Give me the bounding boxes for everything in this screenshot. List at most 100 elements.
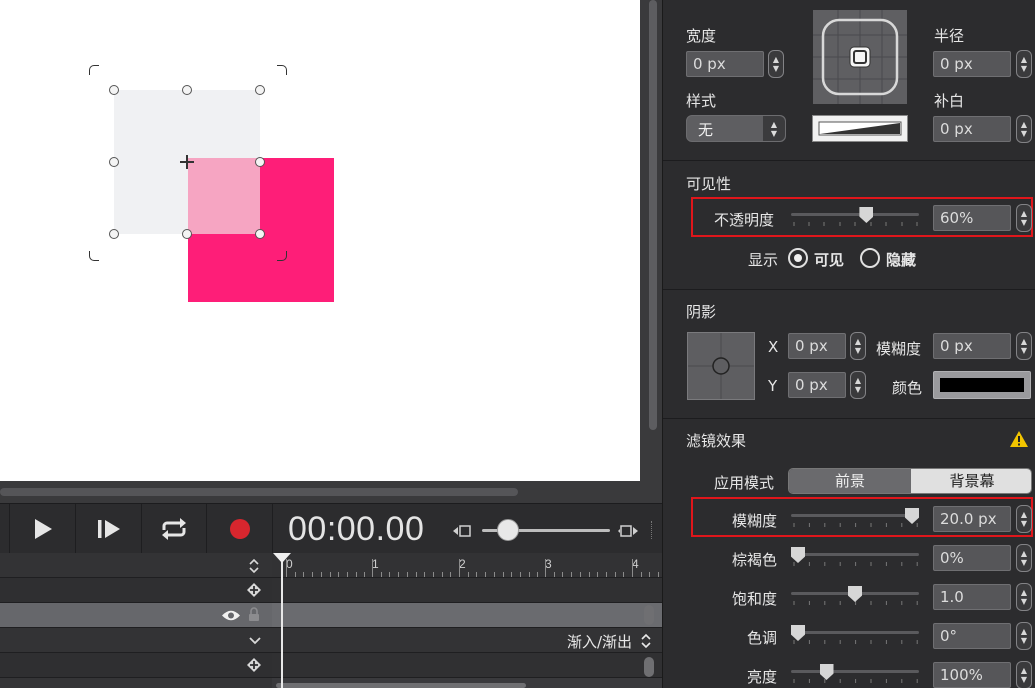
ruler-tick (632, 559, 633, 577)
saturation-slider-knob[interactable] (848, 586, 862, 602)
warning-icon[interactable] (1009, 430, 1029, 448)
chevron-down-icon[interactable] (249, 636, 261, 645)
playhead-marker-icon[interactable] (273, 553, 291, 563)
ruler-tick (380, 572, 382, 577)
track-row[interactable] (272, 578, 662, 603)
opacity-field[interactable]: 60% (933, 205, 1011, 231)
eye-icon[interactable] (221, 609, 241, 622)
ruler-tick (658, 572, 660, 577)
sepia-stepper[interactable]: ▲ ▼ (1016, 544, 1032, 572)
shadow-color-well[interactable] (933, 371, 1031, 399)
style-select-value: 无 (698, 121, 714, 139)
playhead[interactable] (281, 553, 283, 688)
timeline-group-row[interactable] (0, 628, 272, 653)
track-row-selected[interactable] (272, 603, 662, 628)
visible-label[interactable]: 可见 (814, 249, 844, 270)
shadow-offset-pad[interactable] (687, 332, 755, 400)
ruler-tick-label: 3 (545, 557, 552, 571)
timeline-scrollbar[interactable] (644, 605, 654, 625)
sepia-slider-track[interactable] (791, 553, 919, 556)
selection-corner (89, 65, 99, 75)
canvas-horizontal-scrollbar[interactable] (0, 481, 662, 503)
anchor-crosshair-icon[interactable] (180, 155, 194, 169)
blur-field[interactable]: 20.0 px (933, 506, 1011, 532)
brightness-field[interactable]: 100% (933, 662, 1011, 688)
shadow-blur-stepper[interactable]: ▲ ▼ (1016, 332, 1032, 360)
step-forward-button[interactable] (76, 504, 142, 554)
resize-handle[interactable] (109, 229, 119, 239)
hue-field[interactable]: 0° (933, 623, 1011, 649)
canvas[interactable] (0, 0, 640, 481)
saturation-field[interactable]: 1.0 (933, 584, 1011, 610)
radius-stepper[interactable]: ▲ ▼ (1016, 50, 1032, 78)
record-button[interactable] (207, 504, 273, 554)
blur-slider-track[interactable] (791, 514, 919, 517)
gradient-preview[interactable] (812, 115, 908, 142)
opacity-stepper[interactable]: ▲ ▼ (1016, 204, 1032, 232)
hue-slider-track[interactable] (791, 631, 919, 634)
padding-stepper[interactable]: ▲ ▼ (1016, 115, 1032, 143)
timeline-tracks[interactable]: 0 1 2 3 4 渐入/渐出 (272, 553, 662, 688)
radius-field[interactable]: 0 px (933, 51, 1011, 77)
resize-handle[interactable] (109, 157, 119, 167)
loop-button[interactable] (142, 504, 207, 554)
hidden-radio[interactable] (860, 248, 880, 268)
resize-handle[interactable] (109, 85, 119, 95)
timeline-ruler[interactable]: 0 1 2 3 4 (272, 553, 662, 578)
sepia-slider-knob[interactable] (791, 547, 805, 563)
resize-handle[interactable] (182, 229, 192, 239)
scrollbar-thumb[interactable] (0, 488, 518, 496)
shadow-y-stepper[interactable]: ▲ ▼ (850, 371, 866, 399)
hue-slider-knob[interactable] (791, 625, 805, 641)
opacity-slider-track[interactable] (791, 213, 919, 216)
timeline-hscroll-thumb[interactable] (276, 683, 526, 688)
style-select[interactable]: 无 ▲ ▼ (686, 115, 786, 142)
track-row[interactable] (272, 653, 662, 678)
padding-field[interactable]: 0 px (933, 116, 1011, 142)
timeline-scrollbar[interactable] (644, 657, 654, 677)
saturation-stepper[interactable]: ▲ ▼ (1016, 583, 1032, 611)
hidden-label[interactable]: 隐藏 (886, 249, 916, 270)
resize-handle[interactable] (255, 229, 265, 239)
slider-ticks (793, 601, 918, 605)
brightness-slider-track[interactable] (791, 670, 919, 673)
corner-radius-widget[interactable] (813, 10, 907, 104)
add-keyframe-icon[interactable] (247, 658, 261, 672)
width-stepper[interactable]: ▲ ▼ (768, 50, 784, 78)
zoom-out-icon[interactable] (452, 525, 474, 537)
play-button[interactable] (10, 504, 76, 554)
shadow-blur-field[interactable]: 0 px (933, 333, 1011, 359)
mode-background-button[interactable]: 背景幕 (911, 469, 1031, 493)
shadow-y-field[interactable]: 0 px (788, 372, 846, 398)
brightness-slider-knob[interactable] (819, 664, 834, 680)
timeline-layer-row[interactable] (0, 653, 272, 678)
shadow-x-field[interactable]: 0 px (788, 333, 846, 359)
hue-stepper[interactable]: ▲ ▼ (1016, 622, 1032, 650)
sepia-field[interactable]: 0% (933, 545, 1011, 571)
selection-corner (89, 251, 99, 261)
resize-handle[interactable] (255, 85, 265, 95)
ease-chevron-icon[interactable] (641, 633, 651, 649)
canvas-vertical-scrollbar[interactable] (640, 0, 662, 484)
zoom-in-icon[interactable] (617, 525, 639, 537)
track-group-row[interactable]: 渐入/渐出 (272, 628, 662, 653)
add-keyframe-icon[interactable] (247, 583, 261, 597)
brightness-label: 亮度 (746, 668, 777, 686)
lock-icon[interactable] (248, 607, 260, 622)
timeline-layer-row-selected[interactable] (0, 603, 272, 628)
resize-handle[interactable] (182, 85, 192, 95)
zoom-slider-knob[interactable] (497, 519, 519, 541)
shadow-x-stepper[interactable]: ▲ ▼ (850, 332, 866, 360)
blur-stepper[interactable]: ▲ ▼ (1016, 505, 1032, 533)
ease-label[interactable]: 渐入/渐出 (567, 631, 632, 652)
scrollbar-thumb[interactable] (649, 0, 657, 430)
sort-chevron-icon[interactable] (249, 558, 259, 574)
brightness-stepper[interactable]: ▲ ▼ (1016, 661, 1032, 688)
width-field[interactable]: 0 px (686, 51, 764, 77)
mode-foreground-button[interactable]: 前景 (789, 469, 911, 493)
prev-button[interactable] (0, 504, 10, 554)
visible-radio[interactable] (788, 248, 808, 268)
timeline-layer-row[interactable] (0, 578, 272, 603)
resize-handle[interactable] (255, 157, 265, 167)
blur-label: 模糊度 (731, 512, 777, 530)
